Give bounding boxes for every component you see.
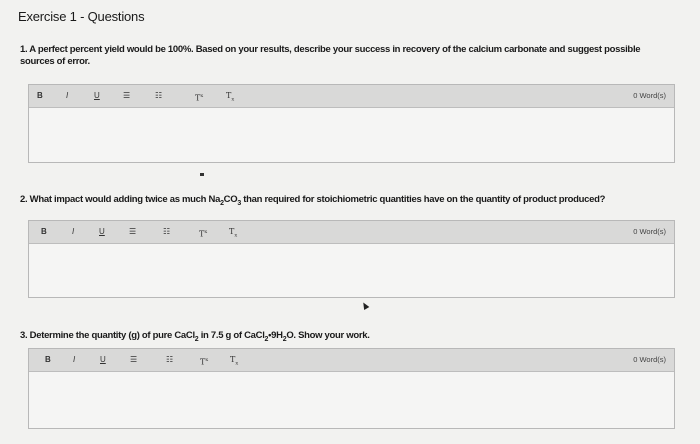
editor-toolbar: B I U ☰ ☷ Tx Tx 0 Word(s)	[29, 85, 674, 108]
ordered-list-icon[interactable]: ☰	[129, 227, 136, 237]
text-cursor	[200, 173, 204, 176]
ordered-list-icon[interactable]: ☰	[123, 91, 130, 101]
question-1-text: 1. A perfect percent yield would be 100%…	[20, 44, 641, 67]
answer-textarea-3[interactable]	[29, 372, 674, 428]
answer-textarea-1[interactable]	[29, 108, 674, 162]
page-title: Exercise 1 - Questions	[18, 9, 145, 24]
italic-button[interactable]: I	[66, 91, 68, 101]
unordered-list-icon[interactable]: ☷	[163, 227, 170, 237]
answer-editor-3: B I U ☰ ☷ Tx Tx 0 Word(s)	[28, 348, 675, 429]
superscript-button[interactable]: Tx	[200, 355, 208, 368]
subscript-button[interactable]: Tx	[230, 355, 238, 369]
question-3-text: 3. Determine the quantity (g) of pure Ca…	[20, 330, 370, 343]
underline-button[interactable]: U	[99, 227, 105, 237]
unordered-list-icon[interactable]: ☷	[155, 91, 162, 101]
word-count: 0 Word(s)	[633, 355, 666, 364]
word-count: 0 Word(s)	[633, 227, 666, 236]
italic-button[interactable]: I	[72, 227, 74, 237]
subscript-button[interactable]: Tx	[226, 91, 234, 105]
superscript-button[interactable]: Tx	[195, 91, 203, 104]
bold-button[interactable]: B	[37, 91, 43, 101]
word-count: 0 Word(s)	[633, 91, 666, 100]
answer-editor-2: B I U ☰ ☷ Tx Tx 0 Word(s)	[28, 220, 675, 298]
bold-button[interactable]: B	[45, 355, 51, 365]
mouse-pointer-icon	[360, 300, 370, 311]
italic-button[interactable]: I	[73, 355, 75, 365]
bold-button[interactable]: B	[41, 227, 47, 237]
superscript-button[interactable]: Tx	[199, 227, 207, 240]
editor-toolbar: B I U ☰ ☷ Tx Tx 0 Word(s)	[29, 349, 674, 372]
unordered-list-icon[interactable]: ☷	[166, 355, 173, 365]
editor-toolbar: B I U ☰ ☷ Tx Tx 0 Word(s)	[29, 221, 674, 244]
answer-textarea-2[interactable]	[29, 244, 674, 297]
answer-editor-1: B I U ☰ ☷ Tx Tx 0 Word(s)	[28, 84, 675, 163]
ordered-list-icon[interactable]: ☰	[130, 355, 137, 365]
underline-button[interactable]: U	[100, 355, 106, 365]
underline-button[interactable]: U	[94, 91, 100, 101]
subscript-button[interactable]: Tx	[229, 227, 237, 241]
question-2-text: 2. What impact would adding twice as muc…	[20, 194, 606, 207]
